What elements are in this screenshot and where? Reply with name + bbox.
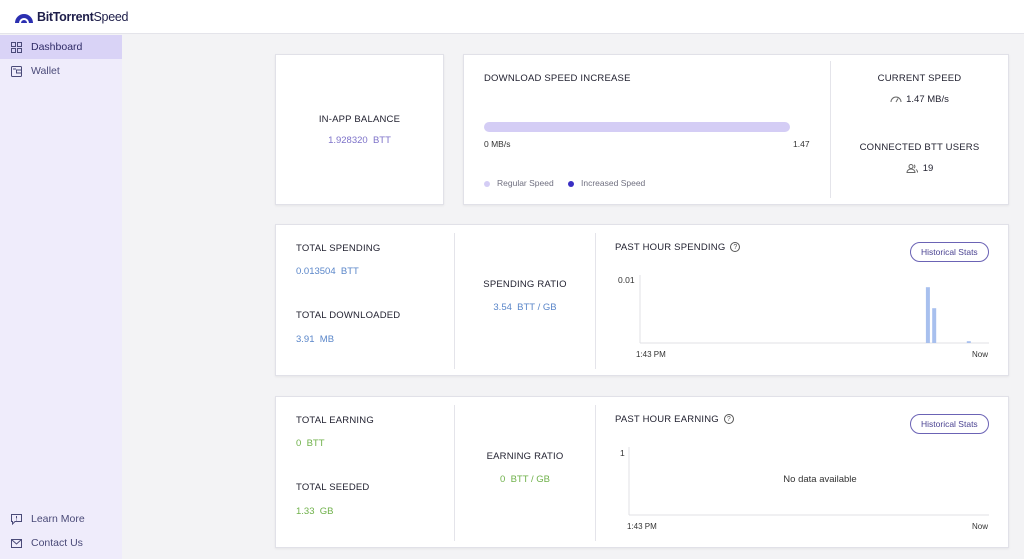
sidebar-item-contact-us[interactable]: Contact Us [0,531,122,555]
sidebar-item-label: Wallet [31,65,60,77]
mail-icon [9,536,23,550]
sidebar-item-learn-more[interactable]: Learn More [0,507,122,531]
total-downloaded-label: TOTAL DOWNLOADED [296,310,401,321]
earning-card: TOTAL EARNING 0 BTT TOTAL SEEDED 1.33 GB… [275,396,1009,548]
wallet-icon [9,64,23,78]
current-speed-label: CURRENT SPEED [877,73,962,84]
total-spending-label: TOTAL SPENDING [296,243,381,254]
legend-regular-dot [484,181,490,187]
spending-bar [966,341,971,343]
spending-bar [925,287,930,343]
earning-chart: 1 No data available 1:43 PM Now [620,447,989,531]
x-end-label: Now [972,522,988,531]
legend-increased-dot [568,181,574,187]
connected-users-value: 19 [831,163,1008,174]
top-bar: BitTorrentSpeed [0,0,1024,34]
divider [595,405,596,541]
earning-historical-stats-button[interactable]: Historical Stats [910,414,989,434]
balance-value: 1.928320 BTT [328,135,391,146]
spending-card: TOTAL SPENDING 0.013504 BTT TOTAL DOWNLO… [275,224,1009,376]
app-title: BitTorrentSpeed [37,10,129,24]
x-end-label: Now [972,350,988,359]
earning-chart-title: PAST HOUR EARNING? [615,414,734,425]
legend-regular-label: Regular Speed [497,178,554,188]
x-start-label: 1:43 PM [636,350,666,359]
y-tick-label: 0.01 [618,275,635,285]
total-seeded-value: 1.33 GB [296,506,334,517]
bittorrent-logo-icon [15,13,33,23]
total-seeded-label: TOTAL SEEDED [296,482,370,493]
spending-bar [932,308,937,343]
divider [595,233,596,369]
download-speed-title: DOWNLOAD SPEED INCREASE [484,73,631,84]
help-icon[interactable]: ? [730,242,741,253]
earning-ratio-value: 0 BTT / GB [500,474,550,485]
spending-chart: 0.01 1:43 PM Now [618,275,989,359]
speed-progress-bar [484,122,790,132]
y-tick-label: 1 [620,448,625,458]
message-icon [9,512,23,526]
help-icon[interactable]: ? [723,414,734,425]
speed-max-label: 1.47 [793,139,810,149]
no-data-label: No data available [783,474,856,485]
legend-increased-label: Increased Speed [581,178,646,188]
total-earning-label: TOTAL EARNING [296,415,374,426]
total-earning-value: 0 BTT [296,438,325,449]
x-start-label: 1:43 PM [627,522,657,531]
sidebar-item-label: Contact Us [31,537,83,549]
sidebar-item-wallet[interactable]: Wallet [0,59,122,83]
spending-chart-title: PAST HOUR SPENDING? [615,242,741,253]
speed-min-label: 0 MB/s [484,139,511,149]
earning-ratio-label: EARNING RATIO [486,451,564,462]
spending-ratio-value: 3.54 BTT / GB [493,302,557,313]
current-speed-value: 1.47 MB/s [831,94,1008,105]
divider [454,405,455,541]
balance-card: IN-APP BALANCE 1.928320 BTT [275,54,444,205]
app-logo: BitTorrentSpeed [14,8,128,26]
balance-label: IN-APP BALANCE [318,114,401,125]
divider [454,233,455,369]
spending-ratio-label: SPENDING RATIO [483,279,567,290]
users-icon [906,163,918,173]
sidebar-item-label: Learn More [31,513,85,525]
sidebar-item-label: Dashboard [31,41,83,53]
total-downloaded-value: 3.91 MB [296,334,335,345]
sidebar-item-dashboard[interactable]: Dashboard [0,35,122,59]
download-speed-card: DOWNLOAD SPEED INCREASE 0 MB/s 1.47 Regu… [463,54,1009,205]
connected-users-label: CONNECTED BTT USERS [859,142,980,153]
total-spending-value: 0.013504 BTT [296,266,359,277]
sidebar: Dashboard Wallet Learn More Contact Us [0,35,122,559]
spending-historical-stats-button[interactable]: Historical Stats [910,242,989,262]
speedometer-icon [890,97,902,103]
grid-icon [9,40,23,54]
